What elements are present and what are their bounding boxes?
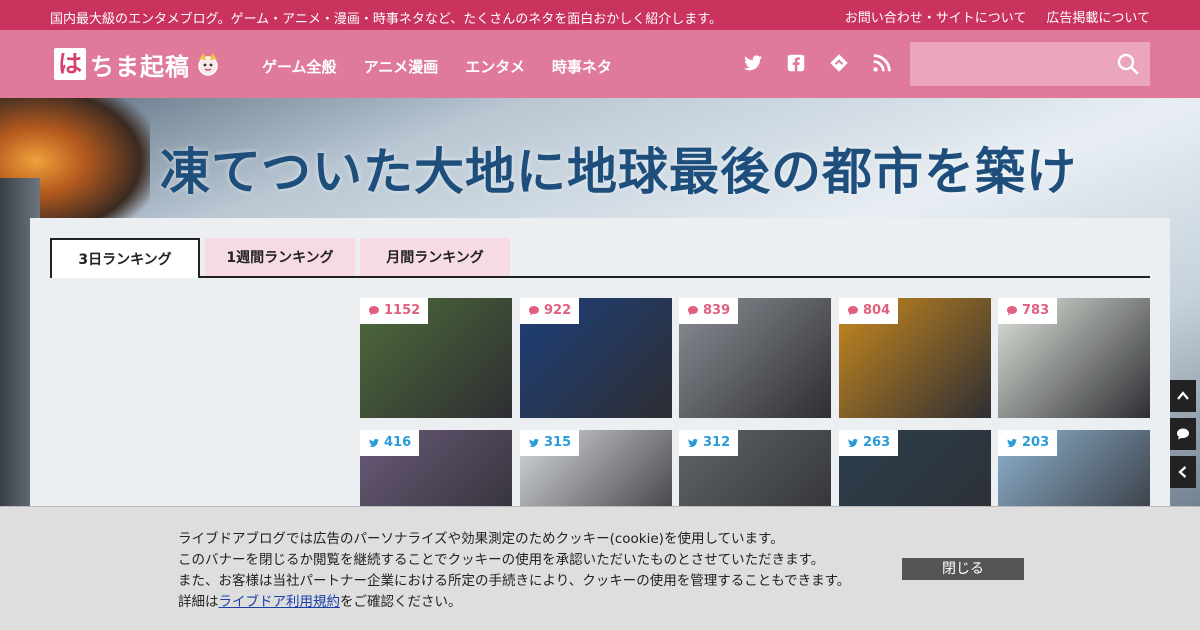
comment-count-badge: 839 xyxy=(679,298,739,324)
menu-games[interactable]: ゲーム全般 xyxy=(262,56,337,77)
search-icon[interactable] xyxy=(1116,52,1140,76)
advertising-link[interactable]: 広告掲載について xyxy=(1046,7,1150,26)
comment-count-badge: 804 xyxy=(839,298,899,324)
count-value: 839 xyxy=(703,303,731,318)
cookie-close-button[interactable]: 閉じる xyxy=(902,558,1024,580)
scroll-top-button[interactable] xyxy=(1170,380,1196,412)
comment-count-badge: 1152 xyxy=(360,298,429,324)
tweet-count-badge: 203 xyxy=(998,430,1058,456)
feedly-icon[interactable] xyxy=(828,52,850,74)
count-value: 416 xyxy=(384,435,412,450)
site-logo[interactable]: は ちま起稿 xyxy=(54,48,222,81)
menu-anime-manga[interactable]: アニメ漫画 xyxy=(364,56,439,77)
ranking-article[interactable]: 804 xyxy=(839,298,991,418)
mascot-icon xyxy=(198,53,218,76)
logo-mark: は xyxy=(54,48,86,80)
social-links xyxy=(742,52,893,74)
contact-link[interactable]: お問い合わせ・サイトについて xyxy=(845,7,1027,26)
banner-headline: 凍てついた大地に地球最後の都市を築け xyxy=(160,142,1077,201)
comment-count-badge: 922 xyxy=(520,298,580,324)
twitter-icon xyxy=(529,438,539,447)
cookie-line-4: 詳細はライブドア利用規約をご確認ください。 xyxy=(178,592,850,613)
twitter-icon[interactable] xyxy=(742,52,764,74)
tab-3day-ranking[interactable]: 3日ランキング xyxy=(50,238,200,278)
twitter-icon xyxy=(1007,438,1017,447)
twitter-icon xyxy=(688,438,698,447)
count-value: 203 xyxy=(1022,435,1050,450)
comment-count-badge: 783 xyxy=(998,298,1058,324)
tab-weekly-ranking[interactable]: 1週間ランキング xyxy=(205,238,355,276)
top-links: お問い合わせ・サイトについて 広告掲載について xyxy=(845,7,1150,26)
top-strip: 国内最大級のエンタメブログ。ゲーム・アニメ・漫画・時事ネタなど、たくさんのネタを… xyxy=(0,0,1200,30)
count-value: 922 xyxy=(544,303,572,318)
twitter-icon xyxy=(848,438,858,447)
tweet-count-badge: 416 xyxy=(360,430,420,456)
chevron-up-icon xyxy=(1177,391,1189,400)
search-input[interactable] xyxy=(910,42,1150,86)
cookie-line-2: このバナーを閉じるか閲覧を継続することでクッキーの使用を承認いただいたものとさせ… xyxy=(178,552,825,568)
tweet-count-badge: 315 xyxy=(520,430,580,456)
cookie-line-1: ライブドアブログでは広告のパーソナライズや効果測定のためクッキー(cookie)… xyxy=(178,531,784,547)
comment-icon xyxy=(529,306,539,316)
tab-monthly-ranking[interactable]: 月間ランキング xyxy=(360,238,510,276)
rss-icon[interactable] xyxy=(871,52,893,74)
comment-button[interactable] xyxy=(1170,418,1196,450)
count-value: 1152 xyxy=(384,303,421,318)
ranking-tabs: 3日ランキング 1週間ランキング 月間ランキング xyxy=(50,238,1150,278)
comment-icon xyxy=(1007,306,1017,316)
comment-icon xyxy=(848,306,858,316)
facebook-icon[interactable] xyxy=(785,52,807,74)
ranking-article[interactable]: 783 xyxy=(998,298,1150,418)
cookie-line-3: また、お客様は当社パートナー企業における所定の手続きにより、クッキーの使用を管理… xyxy=(178,573,851,589)
tweet-count-badge: 263 xyxy=(839,430,899,456)
terms-link[interactable]: ライブドア利用規約 xyxy=(219,594,341,610)
main-header: は ちま起稿 ゲーム全般 アニメ漫画 エンタメ 時事ネタ xyxy=(0,30,1200,98)
collapse-button[interactable] xyxy=(1170,456,1196,488)
comment-icon xyxy=(369,306,379,316)
menu-current-events[interactable]: 時事ネタ xyxy=(552,56,612,77)
ranking-article[interactable]: 839 xyxy=(679,298,831,418)
cookie-line-4-prefix: 詳細は xyxy=(178,594,219,610)
count-value: 804 xyxy=(863,303,891,318)
main-menu: ゲーム全般 アニメ漫画 エンタメ 時事ネタ xyxy=(262,56,612,77)
ranking-article[interactable]: 922 xyxy=(520,298,672,418)
speech-bubble-icon xyxy=(1177,428,1189,440)
site-tagline: 国内最大級のエンタメブログ。ゲーム・アニメ・漫画・時事ネタなど、たくさんのネタを… xyxy=(50,12,722,27)
count-value: 783 xyxy=(1022,303,1050,318)
comment-icon xyxy=(688,306,698,316)
cookie-message: ライブドアブログでは広告のパーソナライズや効果測定のためクッキー(cookie)… xyxy=(178,529,850,613)
count-value: 315 xyxy=(544,435,572,450)
cookie-line-4-suffix: をご確認ください。 xyxy=(340,594,462,610)
chevron-left-icon xyxy=(1178,466,1187,478)
menu-entertainment[interactable]: エンタメ xyxy=(465,56,525,77)
twitter-icon xyxy=(369,438,379,447)
cookie-consent-bar: ライブドアブログでは広告のパーソナライズや効果測定のためクッキー(cookie)… xyxy=(0,506,1200,630)
logo-text: ちま起稿 xyxy=(90,51,190,81)
count-value: 312 xyxy=(703,435,731,450)
count-value: 263 xyxy=(863,435,891,450)
tweet-count-badge: 312 xyxy=(679,430,739,456)
ranking-article[interactable]: 1152 xyxy=(360,298,512,418)
